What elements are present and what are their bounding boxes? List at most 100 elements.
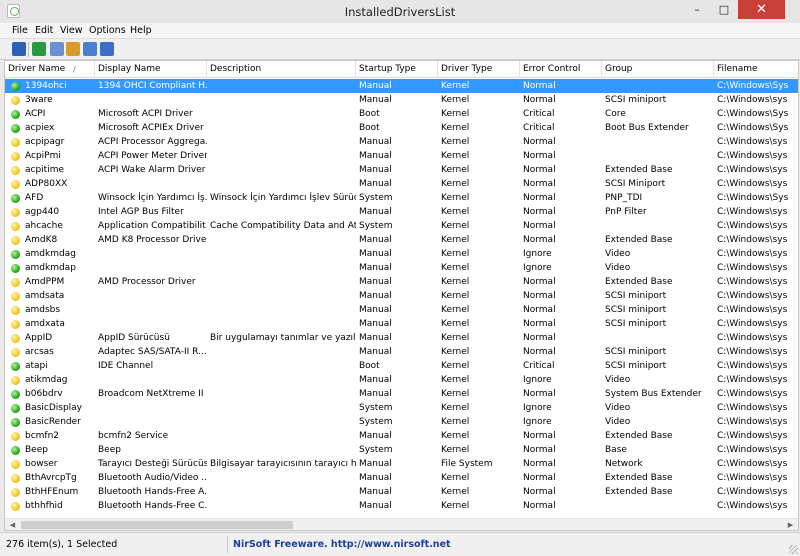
startup-type-cell: Manual xyxy=(359,431,392,441)
filename-cell: C:\Windows\Sys xyxy=(717,123,789,133)
table-row[interactable]: amdxata Manual Kernel Normal SCSI miniport C:… xyxy=(5,317,798,331)
filename-cell: C:\Windows\sys xyxy=(717,319,788,329)
menu-view[interactable]: View xyxy=(60,25,83,36)
table-row[interactable]: BasicRender System Kernel Ignore Video C:\Win… xyxy=(5,415,798,429)
driver-name-cell: BthAvrcpTg xyxy=(25,473,77,483)
drivers-list[interactable]: Driver Name / Display Name Description St… xyxy=(4,60,799,531)
description-cell xyxy=(207,303,356,317)
scroll-right-icon[interactable]: ▶ xyxy=(785,520,796,530)
stopped-status-icon xyxy=(11,460,20,469)
scrollbar-thumb[interactable] xyxy=(21,521,293,529)
error-control-cell: Normal xyxy=(523,235,556,245)
group-cell xyxy=(602,79,714,93)
column-header-group[interactable]: Group xyxy=(602,61,714,78)
driver-type-cell: Kernel xyxy=(441,81,470,91)
window-title: InstalledDriversList xyxy=(344,5,456,19)
table-row[interactable]: 1394ohci 1394 OHCI Compliant H... Manual Ke… xyxy=(5,79,798,93)
table-row[interactable]: atikmdag Manual Kernel Ignore Video C:\Window… xyxy=(5,373,798,387)
driver-name-cell: amdkmdag xyxy=(25,249,76,259)
table-row[interactable]: AcpiPmi ACPI Power Meter Driver Manual Kern… xyxy=(5,149,798,163)
table-row[interactable]: acpitime ACPI Wake Alarm Driver Manual Kern… xyxy=(5,163,798,177)
stopped-status-icon xyxy=(11,306,20,315)
table-row[interactable]: AFD Winsock İçin Yardımcı İş... Winsock İç… xyxy=(5,191,798,205)
resize-grip-icon[interactable] xyxy=(789,545,798,554)
table-row[interactable]: bcmfn2 bcmfn2 Service Manual Kernel Normal Ex… xyxy=(5,429,798,443)
table-row[interactable]: AmdK8 AMD K8 Processor Driver Manual Kernel… xyxy=(5,233,798,247)
driver-name-cell: b06bdrv xyxy=(25,389,63,399)
table-row[interactable]: arcsas Adaptec SAS/SATA-II R... Manual Kern… xyxy=(5,345,798,359)
nirsoft-link[interactable]: NirSoft Freeware. http://www.nirsoft.net xyxy=(233,539,451,550)
column-header-driver-type[interactable]: Driver Type xyxy=(438,61,520,78)
save-icon[interactable] xyxy=(12,42,26,56)
properties-icon[interactable] xyxy=(66,42,80,56)
table-row[interactable]: amdsbs Manual Kernel Normal SCSI miniport C:\… xyxy=(5,303,798,317)
startup-type-cell: Manual xyxy=(359,151,392,161)
refresh-icon[interactable] xyxy=(32,42,46,56)
table-row[interactable]: 3ware Manual Kernel Normal SCSI miniport C:\W… xyxy=(5,93,798,107)
table-row[interactable]: atapi IDE Channel Boot Kernel Critical SCSI m… xyxy=(5,359,798,373)
table-row[interactable]: acpipagr ACPI Processor Aggrega... Manual K… xyxy=(5,135,798,149)
menu-help[interactable]: Help xyxy=(130,25,152,36)
table-row[interactable]: agp440 Intel AGP Bus Filter Manual Kernel No… xyxy=(5,205,798,219)
description-cell xyxy=(207,107,356,121)
table-row[interactable]: BthAvrcpTg Bluetooth Audio/Video ... Manua… xyxy=(5,471,798,485)
startup-type-cell: Boot xyxy=(359,123,380,133)
table-row[interactable]: BasicDisplay System Kernel Ignore Video C:\Wi… xyxy=(5,401,798,415)
driver-name-cell: amdxata xyxy=(25,319,65,329)
table-row[interactable]: AmdPPM AMD Processor Driver Manual Kernel No… xyxy=(5,275,798,289)
filename-cell: C:\Windows\sys xyxy=(717,179,788,189)
error-control-cell: Normal xyxy=(523,347,556,357)
menu-options[interactable]: Options xyxy=(89,25,126,36)
column-header-description[interactable]: Description xyxy=(207,61,356,78)
menu-file[interactable]: File xyxy=(12,25,28,36)
error-control-cell: Ignore xyxy=(523,263,552,273)
exit-icon[interactable] xyxy=(100,42,114,56)
filename-cell: C:\Windows\sys xyxy=(717,459,788,469)
table-row[interactable]: bthhfhid Bluetooth Hands-Free C... Manual K… xyxy=(5,499,798,513)
running-status-icon xyxy=(11,362,20,371)
table-row[interactable]: AppID AppID Sürücüsü Bir uygulamayı tanıml… xyxy=(5,331,798,345)
sort-indicator-icon: / xyxy=(73,65,76,74)
display-name-cell xyxy=(95,289,207,303)
description-cell: Cache Compatibility Data and Att... xyxy=(210,221,356,231)
table-row[interactable]: acpiex Microsoft ACPIEx Driver Boot Kernel C… xyxy=(5,121,798,135)
table-row[interactable]: amdkmdag Manual Kernel Ignore Video C:\Window… xyxy=(5,247,798,261)
close-button[interactable]: ✕ xyxy=(738,0,785,19)
driver-name-cell: arcsas xyxy=(25,347,54,357)
table-row[interactable]: amdsata Manual Kernel Normal SCSI miniport C:… xyxy=(5,289,798,303)
minimize-button[interactable]: – xyxy=(684,0,710,19)
group-cell: SCSI miniport xyxy=(605,319,667,329)
filename-cell: C:\Windows\sys xyxy=(717,431,788,441)
column-header-startup-type[interactable]: Startup Type xyxy=(356,61,438,78)
maximize-button[interactable]: □ xyxy=(711,0,737,19)
display-name-cell: Beep xyxy=(98,445,121,455)
table-row[interactable]: ahcache Application Compatibilit... Cache … xyxy=(5,219,798,233)
column-header-display-name[interactable]: Display Name xyxy=(95,61,207,78)
running-status-icon xyxy=(11,82,20,91)
table-row[interactable]: ACPI Microsoft ACPI Driver Boot Kernel Criti… xyxy=(5,107,798,121)
display-name-cell: bcmfn2 Service xyxy=(98,431,169,441)
table-row[interactable]: Beep Beep System Kernel Normal Base C:\Windows… xyxy=(5,443,798,457)
driver-name-cell: acpipagr xyxy=(25,137,65,147)
scroll-left-icon[interactable]: ◀ xyxy=(7,520,18,530)
table-row[interactable]: ADP80XX Manual Kernel Normal SCSI Miniport C:… xyxy=(5,177,798,191)
column-header-driver-name[interactable]: Driver Name / xyxy=(5,61,95,78)
html-report-icon[interactable] xyxy=(83,42,97,56)
column-header-error-control[interactable]: Error Control xyxy=(520,61,602,78)
startup-type-cell: Manual xyxy=(359,249,392,259)
startup-type-cell: Manual xyxy=(359,81,392,91)
menu-edit[interactable]: Edit xyxy=(35,25,53,36)
table-row[interactable]: BthHFEnum Bluetooth Hands-Free A... Manual… xyxy=(5,485,798,499)
startup-type-cell: Manual xyxy=(359,263,392,273)
startup-type-cell: Manual xyxy=(359,501,392,511)
group-cell xyxy=(602,135,714,149)
table-row[interactable]: b06bdrv Broadcom NetXtreme II ... Manual Ke… xyxy=(5,387,798,401)
column-header-filename[interactable]: Filename xyxy=(714,61,798,78)
startup-type-cell: Manual xyxy=(359,473,392,483)
driver-type-cell: Kernel xyxy=(441,137,470,147)
group-cell: Video xyxy=(605,417,631,427)
table-row[interactable]: bowser Tarayıcı Desteği Sürücüsü Bilgisaya… xyxy=(5,457,798,471)
horizontal-scrollbar[interactable]: ◀ ▶ xyxy=(5,518,798,530)
table-row[interactable]: amdkmdap Manual Kernel Ignore Video C:\Window… xyxy=(5,261,798,275)
copy-icon[interactable] xyxy=(50,42,64,56)
